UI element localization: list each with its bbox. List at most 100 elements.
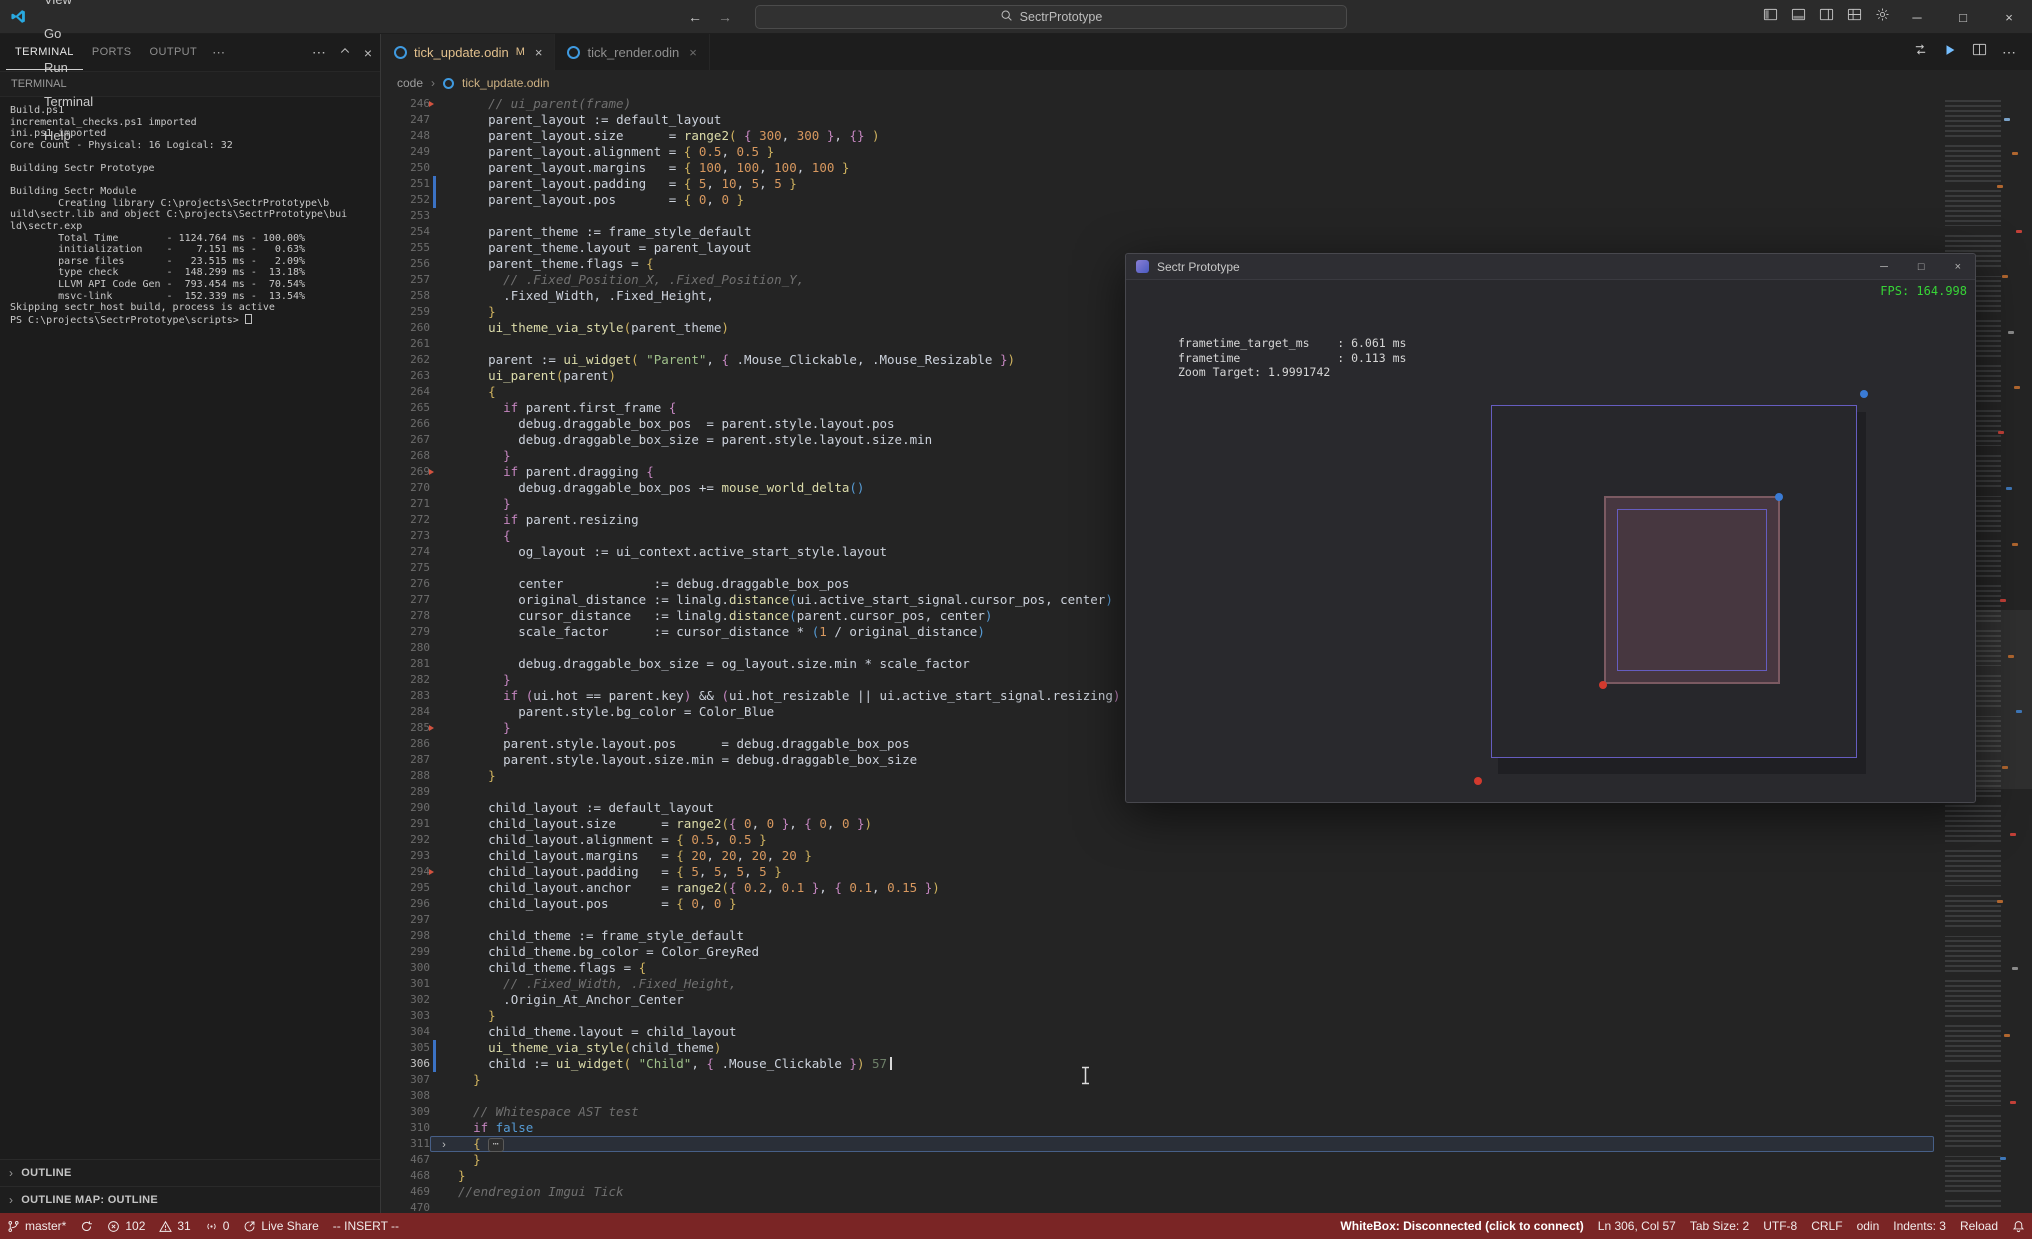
tab-close-icon[interactable]: × [535,45,543,60]
code-text: if false [473,1120,534,1135]
minimize-button[interactable]: ─ [1894,0,1940,34]
code-line[interactable]: 297 [382,912,1942,928]
code-line[interactable]: 310 if false [382,1120,1942,1136]
error-count[interactable]: 102 [100,1213,152,1239]
tab-tick_update.odin[interactable]: tick_update.odin M × [382,34,556,70]
code-line[interactable]: 298 child_theme := frame_style_default [382,928,1942,944]
code-line[interactable]: 296 child_layout.pos = { 0, 0 } [382,896,1942,912]
tab-tick_render.odin[interactable]: tick_render.odin × [555,34,710,70]
code-line[interactable]: 292 child_layout.alignment = { 0.5, 0.5 … [382,832,1942,848]
code-line[interactable]: 247 parent_layout := default_layout [382,112,1942,128]
app-maximize-button[interactable]: □ [1918,261,1925,273]
code-line[interactable]: 251 parent_layout.padding = { 5, 10, 5, … [382,176,1942,192]
forward-icon[interactable]: → [718,9,732,25]
whitebox-status[interactable]: WhiteBox: Disconnected (click to connect… [1333,1213,1590,1239]
maximize-button[interactable]: □ [1940,0,1986,34]
customize-layout-icon[interactable] [1847,7,1862,27]
indents[interactable]: Indents: 3 [1886,1213,1953,1239]
code-text: debug.draggable_box_pos = parent.style.l… [518,416,895,431]
close-button[interactable]: × [1986,0,2032,34]
notifications[interactable] [2005,1213,2032,1239]
fold-badge[interactable]: ⋯ [487,1138,504,1152]
run-button[interactable] [1943,43,1957,62]
code-line[interactable]: 246 // ui_parent(frame) [382,96,1942,112]
encoding[interactable]: UTF-8 [1756,1213,1804,1239]
back-icon[interactable]: ← [688,9,702,25]
code-line[interactable]: 301 // .Fixed_Width, .Fixed_Height, [382,976,1942,992]
code-line[interactable]: 309 // Whitespace AST test [382,1104,1942,1120]
sync-status[interactable] [73,1213,100,1239]
code-line[interactable]: 248 parent_layout.size = range2( { 300, … [382,128,1942,144]
code-line[interactable]: 303 } [382,1008,1942,1024]
more-actions-icon[interactable]: ⋯ [312,44,326,61]
menu-help[interactable]: Help [35,119,106,153]
gutter-decorations [430,608,458,624]
code-line[interactable]: 304 child_theme.layout = child_layout [382,1024,1942,1040]
code-line[interactable]: 468} [382,1168,1942,1184]
split-editor-icon[interactable] [1972,42,1987,62]
tab-close-icon[interactable]: × [689,45,697,60]
app-minimize-button[interactable]: ─ [1880,261,1888,273]
maximize-panel-icon[interactable] [339,44,351,62]
code-line[interactable]: 470 [382,1200,1942,1213]
command-center-search[interactable]: SectrPrototype [755,5,1347,29]
menu-go[interactable]: Go [35,17,106,51]
terminal-output[interactable]: Build.ps1 incremental_checks.ps1 imported… [0,98,380,1157]
open-changes-icon[interactable] [1913,42,1928,62]
eol-sequence[interactable]: CRLF [1804,1213,1849,1239]
code-line[interactable]: 311 › {⋯ [382,1136,1942,1152]
menu-terminal[interactable]: Terminal [35,85,106,119]
vim-mode[interactable]: -- INSERT -- [326,1213,406,1239]
toggle-sidebar-right-icon[interactable] [1819,7,1834,27]
code-line[interactable]: 308 [382,1088,1942,1104]
broadcast-count[interactable]: 0 [198,1213,237,1239]
tab-size[interactable]: Tab Size: 2 [1683,1213,1756,1239]
code-line[interactable]: 253 [382,208,1942,224]
breadcrumb-folder[interactable]: code [397,76,423,90]
sectr-prototype-window[interactable]: Sectr Prototype ─ □ × FPS: 164.998 frame… [1125,253,1976,803]
code-line[interactable]: 293 child_layout.margins = { 20, 20, 20,… [382,848,1942,864]
line-number: 268 [410,449,430,462]
code-line[interactable]: 306 child := ui_widget( "Child", { .Mous… [382,1056,1942,1072]
menu-run[interactable]: Run [35,51,106,85]
settings-gear-icon[interactable] [1875,7,1890,27]
code-text: { [488,384,496,399]
toggle-sidebar-left-icon[interactable] [1763,7,1778,27]
warning-count[interactable]: 31 [152,1213,197,1239]
line-number: 311 [410,1137,430,1150]
line-number: 274 [410,545,430,558]
menu-view[interactable]: View [35,0,106,17]
code-line[interactable]: 252 parent_layout.pos = { 0, 0 } [382,192,1942,208]
code-line[interactable]: 250 parent_layout.margins = { 100, 100, … [382,160,1942,176]
outline-section[interactable]: › OUTLINE [0,1159,380,1186]
code-line[interactable]: 294 child_layout.padding = { 5, 5, 5, 5 … [382,864,1942,880]
code-line[interactable]: 302 .Origin_At_Anchor_Center [382,992,1942,1008]
breadcrumb-file[interactable]: tick_update.odin [462,76,549,90]
code-line[interactable]: 305 ui_theme_via_style(child_theme) [382,1040,1942,1056]
panel-tabs-overflow-icon[interactable]: ⋯ [206,45,231,61]
code-line[interactable]: 291 child_layout.size = range2({ 0, 0 },… [382,816,1942,832]
code-line[interactable]: 300 child_theme.flags = { [382,960,1942,976]
outline-map-section[interactable]: › OUTLINE MAP: OUTLINE [0,1186,380,1213]
vscode-logo-icon[interactable] [0,8,35,25]
live-share[interactable]: Live Share [236,1213,325,1239]
gutter-decorations [430,368,458,384]
code-line[interactable]: 307 } [382,1072,1942,1088]
code-line[interactable]: 254 parent_theme := frame_style_default [382,224,1942,240]
git-branch-status[interactable]: master* [0,1213,73,1239]
cursor-position[interactable]: Ln 306, Col 57 [1591,1213,1683,1239]
code-line[interactable]: 295 child_layout.anchor = range2({ 0.2, … [382,880,1942,896]
code-line[interactable]: 467 } [382,1152,1942,1168]
language-mode[interactable]: odin [1850,1213,1887,1239]
line-number: 296 [410,897,430,910]
code-line[interactable]: 469 //endregion Imgui Tick [382,1184,1942,1200]
close-panel-icon[interactable]: × [364,45,372,61]
app-titlebar[interactable]: Sectr Prototype ─ □ × [1126,254,1975,280]
code-line[interactable]: 299 child_theme.bg_color = Color_GreyRed [382,944,1942,960]
reload[interactable]: Reload [1953,1213,2005,1239]
app-close-button[interactable]: × [1955,261,1961,273]
more-actions-icon[interactable]: ⋯ [2002,44,2016,61]
toggle-panel-icon[interactable] [1791,7,1806,27]
code-line[interactable]: 249 parent_layout.alignment = { 0.5, 0.5… [382,144,1942,160]
panel-tab-output[interactable]: OUTPUT [141,34,207,70]
